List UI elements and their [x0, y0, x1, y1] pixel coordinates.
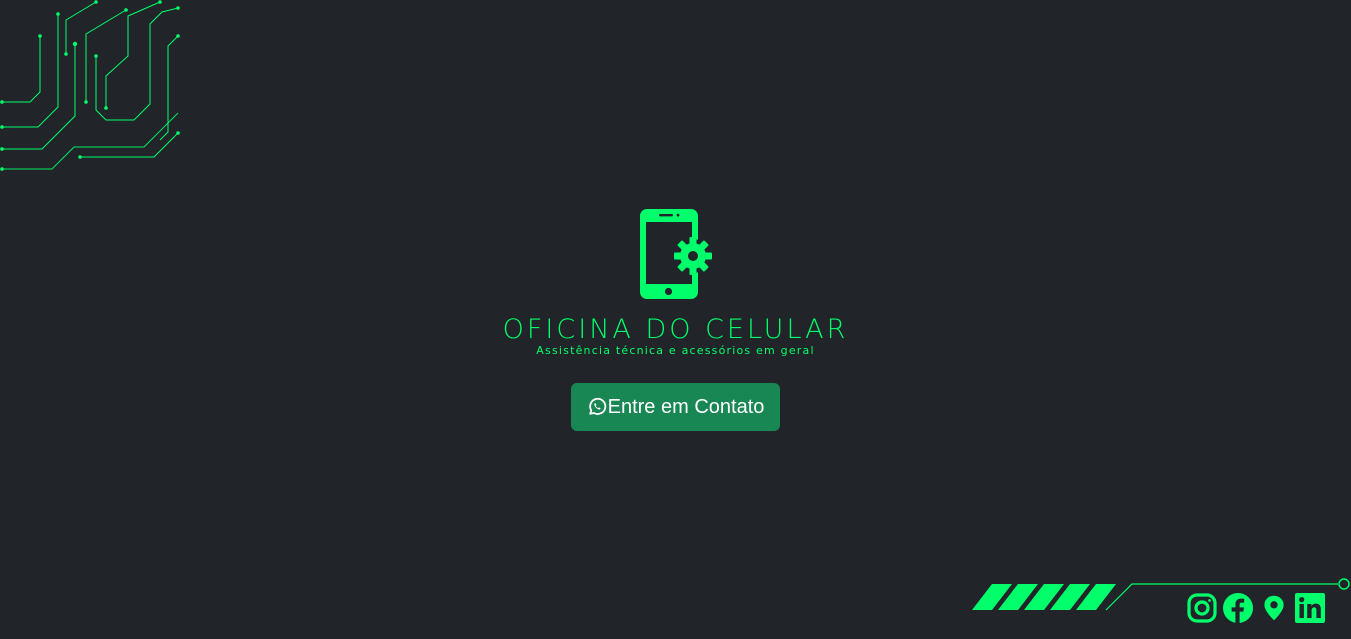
- contact-button[interactable]: Entre em Contato: [570, 383, 781, 431]
- phone-gear-icon: [639, 209, 712, 299]
- brand-title: Oficina do Celular: [502, 314, 849, 345]
- brand-subtitle: Assistência técnica e acessórios em gera…: [536, 344, 815, 357]
- contact-button-label: Entre em Contato: [607, 395, 765, 418]
- circuit-decoration: [0, 0, 180, 171]
- instagram-icon[interactable]: [1186, 592, 1218, 624]
- social-links: [1186, 592, 1326, 624]
- hero: Oficina do Celular Assistência técnica e…: [0, 206, 1351, 431]
- facebook-icon[interactable]: [1222, 592, 1254, 624]
- landing-page: Oficina do Celular Assistência técnica e…: [0, 0, 1351, 639]
- whatsapp-icon: [587, 397, 607, 417]
- map-pin-icon[interactable]: [1258, 592, 1290, 624]
- linkedin-icon[interactable]: [1294, 592, 1326, 624]
